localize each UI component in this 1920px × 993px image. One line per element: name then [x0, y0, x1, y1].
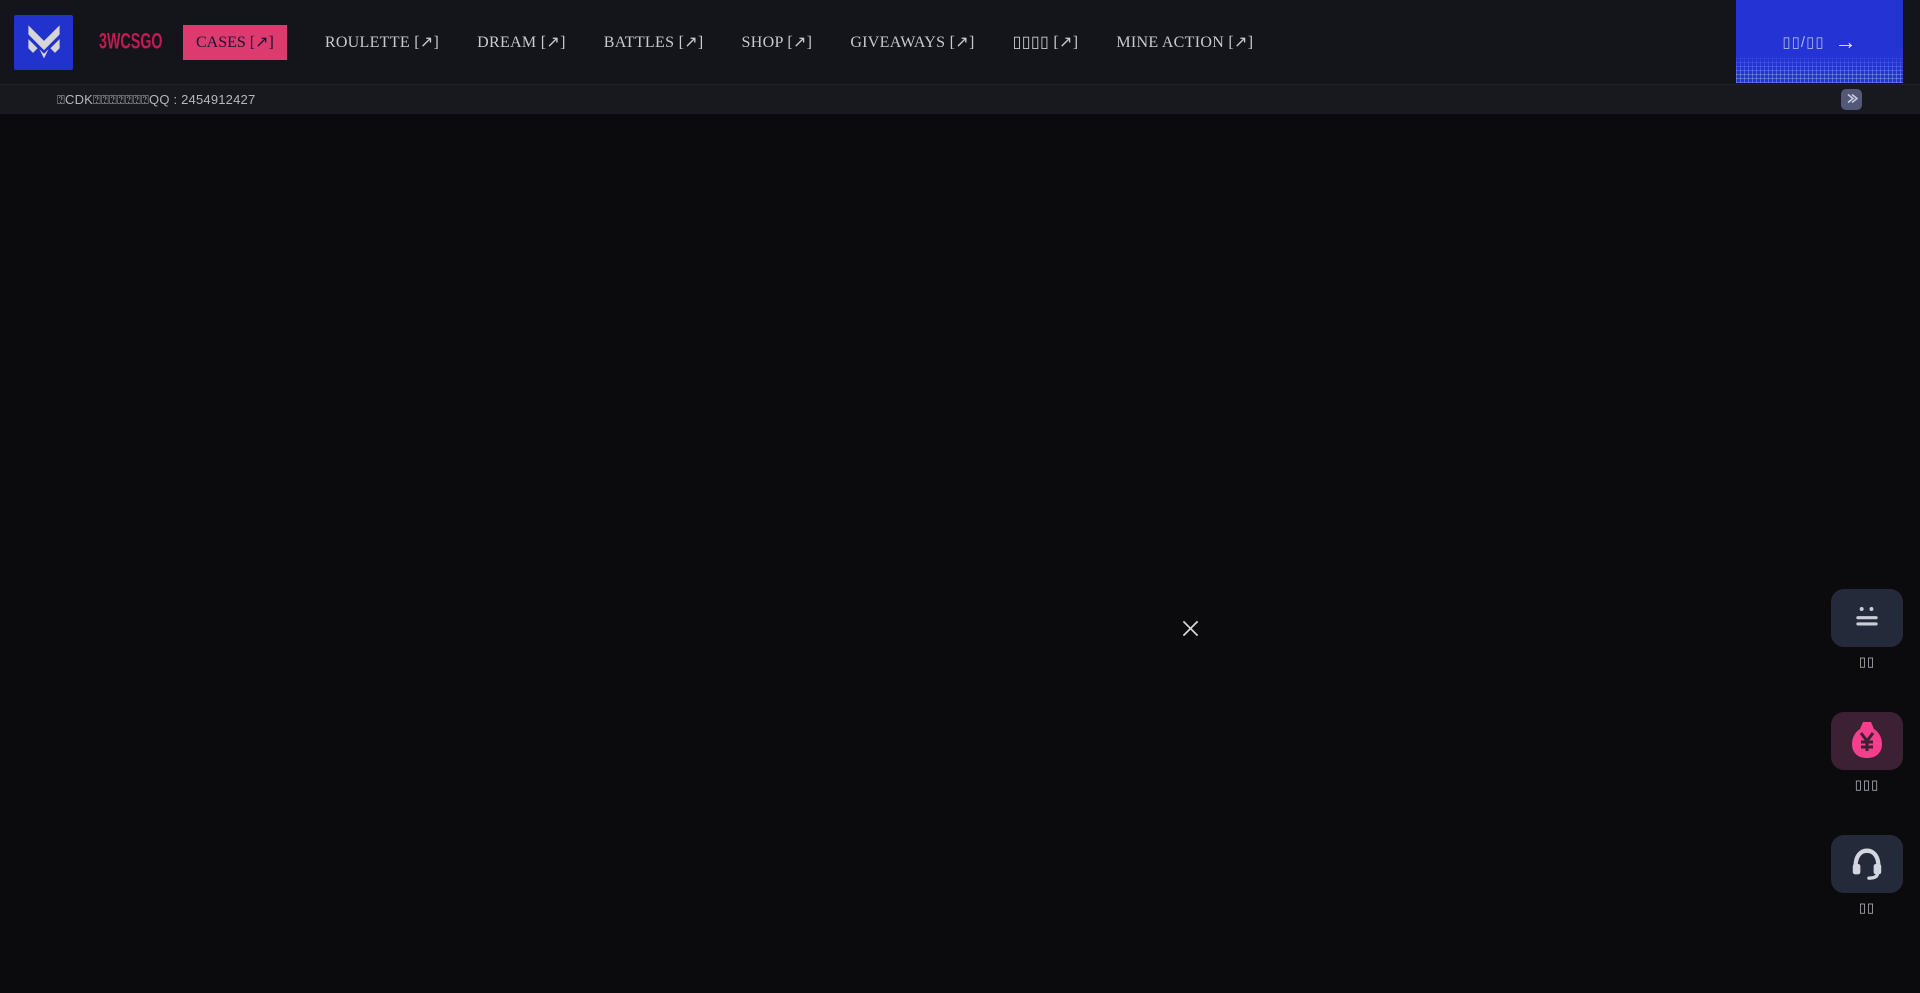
fab-group-list: ▯▯	[1831, 589, 1903, 670]
broken-image-icon	[1182, 620, 1199, 637]
floating-side-menu: ▯▯ ▯▯▯	[1831, 589, 1903, 916]
login-register-label: ▯▯/▯▯	[1782, 33, 1824, 51]
nav-item-battles[interactable]: BATTLES [↗]	[604, 32, 704, 52]
list-icon	[1847, 601, 1887, 636]
brand-logo[interactable]	[14, 15, 73, 70]
announcement-next-button[interactable]	[1841, 89, 1862, 110]
announcement-bar: ⍰CDK⍰⍰⍰⍰⍰⍰⍰QQ : 2454912427	[0, 84, 1920, 114]
announcement-text: ⍰CDK⍰⍰⍰⍰⍰⍰⍰QQ : 2454912427	[57, 92, 255, 108]
nav-item-cases[interactable]: CASES [↗]	[183, 25, 287, 60]
nav-item-cjk[interactable]: ▯▯▯▯ [↗]	[1013, 32, 1079, 52]
top-nav-bar: 3WCSGO CASES [↗] ROULETTE [↗] DREAM [↗] …	[0, 0, 1920, 84]
nav-item-mine-action[interactable]: MINE ACTION [↗]	[1116, 32, 1253, 52]
arrow-right-icon: →	[1835, 31, 1857, 53]
fab-label: ▯▯▯	[1855, 777, 1879, 793]
fab-group-support: ▯▯	[1831, 835, 1903, 916]
main-nav: ROULETTE [↗] DREAM [↗] BATTLES [↗] SHOP …	[325, 32, 1253, 52]
wing-m-logo-icon	[22, 18, 66, 67]
fab-label: ▯▯	[1859, 900, 1875, 916]
nav-item-dream[interactable]: DREAM [↗]	[477, 32, 566, 52]
fab-group-recharge: ▯▯▯	[1831, 712, 1903, 793]
main-content	[0, 114, 1920, 993]
nav-item-giveaways[interactable]: GIVEAWAYS [↗]	[850, 32, 974, 52]
login-register-button[interactable]: ▯▯/▯▯ →	[1736, 0, 1903, 83]
headset-icon	[1848, 845, 1886, 884]
chevron-right-icon	[1845, 92, 1858, 108]
list-menu-button[interactable]	[1831, 589, 1903, 647]
nav-item-shop[interactable]: SHOP [↗]	[742, 32, 813, 52]
fab-label: ▯▯	[1859, 654, 1875, 670]
customer-support-button[interactable]	[1831, 835, 1903, 893]
nav-item-roulette[interactable]: ROULETTE [↗]	[325, 32, 439, 52]
recharge-button[interactable]	[1831, 712, 1903, 770]
yen-bag-icon	[1850, 720, 1884, 763]
brand-name: 3WCSGO	[99, 29, 136, 54]
